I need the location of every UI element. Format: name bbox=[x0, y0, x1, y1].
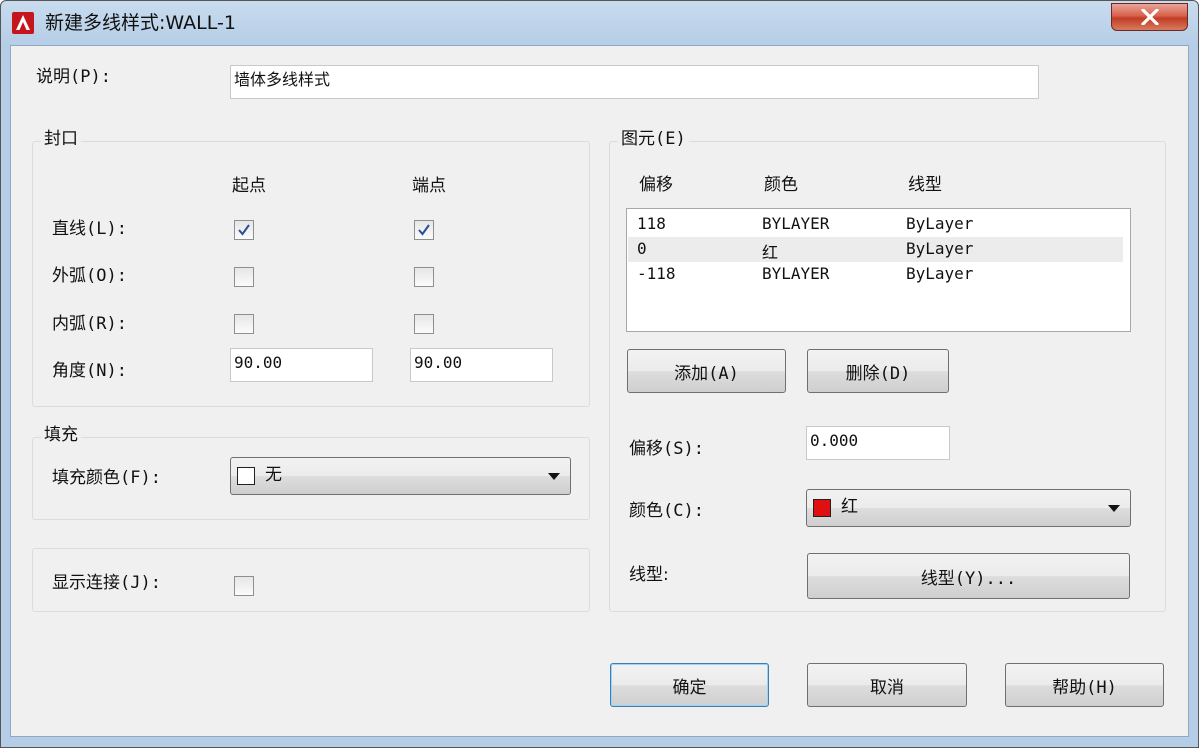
element-linetype: ByLayer bbox=[906, 239, 974, 258]
help-button[interactable]: 帮助(H) bbox=[1005, 663, 1164, 707]
fill-color-label: 填充颜色(F): bbox=[52, 468, 161, 488]
line-cap-start-checkbox[interactable] bbox=[234, 220, 254, 240]
line-cap-end-checkbox[interactable] bbox=[414, 220, 434, 240]
delete-button[interactable]: 删除(D) bbox=[807, 349, 949, 393]
fill-color-swatch bbox=[237, 467, 255, 485]
window-title: 新建多线样式:WALL-1 bbox=[45, 12, 236, 34]
angle-label: 角度(N): bbox=[52, 361, 127, 381]
display-joints-checkbox[interactable] bbox=[234, 576, 254, 596]
outer-arc-cap-label: 外弧(O): bbox=[52, 266, 127, 286]
close-icon bbox=[1141, 9, 1159, 25]
inner-arc-cap-start-checkbox[interactable] bbox=[234, 314, 254, 334]
color-swatch bbox=[813, 499, 831, 517]
elements-color-header: 颜色 bbox=[764, 175, 798, 195]
element-color: 红 bbox=[762, 243, 779, 262]
add-button[interactable]: 添加(A) bbox=[627, 349, 786, 393]
element-offset: -118 bbox=[637, 264, 676, 283]
description-label: 说明(P): bbox=[36, 67, 111, 87]
line-cap-label: 直线(L): bbox=[52, 219, 127, 239]
elements-offset-header: 偏移 bbox=[639, 175, 673, 195]
offset-input[interactable]: 0.000 bbox=[806, 426, 950, 460]
inner-arc-cap-end-checkbox[interactable] bbox=[414, 314, 434, 334]
angle-start-input[interactable]: 90.00 bbox=[230, 348, 373, 382]
dropdown-arrow-icon bbox=[548, 473, 560, 480]
element-color: BYLAYER bbox=[762, 214, 830, 233]
element-linetype: ByLayer bbox=[906, 214, 974, 233]
list-item[interactable]: 118 BYLAYER ByLayer bbox=[628, 212, 1123, 237]
element-offset: 0 bbox=[637, 239, 647, 258]
linetype-button[interactable]: 线型(Y)... bbox=[807, 553, 1130, 599]
caps-start-header: 起点 bbox=[232, 176, 266, 196]
color-value: 红 bbox=[841, 497, 858, 517]
dropdown-arrow-icon bbox=[1108, 505, 1120, 512]
element-linetype: ByLayer bbox=[906, 264, 974, 283]
checkmark-icon bbox=[238, 224, 250, 236]
element-offset: 118 bbox=[637, 214, 666, 233]
fill-color-value: 无 bbox=[265, 465, 282, 485]
list-item[interactable]: 0 红 ByLayer bbox=[628, 237, 1123, 262]
ok-button[interactable]: 确定 bbox=[610, 663, 769, 707]
description-input[interactable]: 墙体多线样式 bbox=[230, 65, 1039, 99]
elements-list[interactable]: 118 BYLAYER ByLayer 0 红 ByLayer -118 BYL… bbox=[626, 208, 1131, 332]
list-item[interactable]: -118 BYLAYER ByLayer bbox=[628, 262, 1123, 287]
dialog-body: 说明(P): 墙体多线样式 封口 起点 端点 直线(L): 外弧(O): 内弧(… bbox=[10, 45, 1189, 737]
autocad-logo-icon bbox=[12, 12, 34, 34]
title-bar[interactable]: 新建多线样式:WALL-1 bbox=[1, 1, 1198, 45]
caps-group-title: 封口 bbox=[41, 128, 81, 150]
outer-arc-cap-start-checkbox[interactable] bbox=[234, 267, 254, 287]
element-color: BYLAYER bbox=[762, 264, 830, 283]
fill-color-dropdown[interactable]: 无 bbox=[230, 457, 571, 495]
outer-arc-cap-end-checkbox[interactable] bbox=[414, 267, 434, 287]
fill-group-title: 填充 bbox=[41, 424, 81, 446]
checkmark-icon bbox=[418, 224, 430, 236]
elements-linetype-header: 线型 bbox=[908, 175, 942, 195]
close-button[interactable] bbox=[1111, 3, 1188, 31]
color-dropdown[interactable]: 红 bbox=[806, 489, 1131, 527]
cancel-button[interactable]: 取消 bbox=[807, 663, 967, 707]
color-label: 颜色(C): bbox=[629, 501, 704, 521]
offset-label: 偏移(S): bbox=[629, 439, 704, 459]
elements-group-title: 图元(E) bbox=[618, 128, 689, 150]
inner-arc-cap-label: 内弧(R): bbox=[52, 314, 127, 334]
linetype-label: 线型: bbox=[629, 565, 669, 585]
caps-end-header: 端点 bbox=[412, 176, 446, 196]
multiline-style-dialog: 新建多线样式:WALL-1 说明(P): 墙体多线样式 封口 起点 端点 直线(… bbox=[0, 0, 1199, 748]
display-joints-label: 显示连接(J): bbox=[52, 573, 161, 593]
angle-end-input[interactable]: 90.00 bbox=[410, 348, 553, 382]
